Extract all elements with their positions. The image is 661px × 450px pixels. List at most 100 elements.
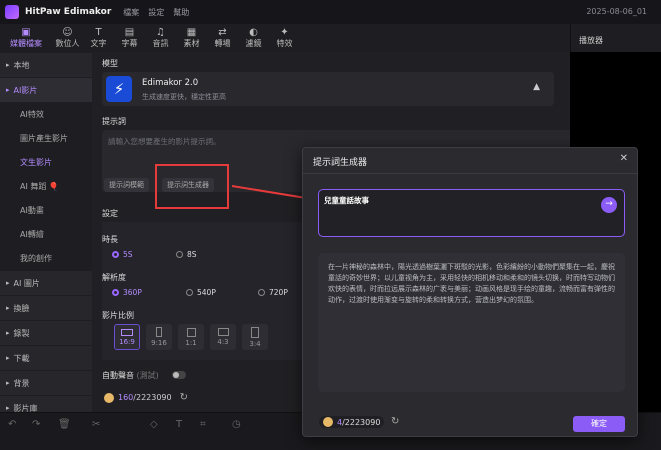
app-logo-icon bbox=[5, 5, 19, 19]
sidebar-item-7[interactable]: AI轉繪 bbox=[0, 222, 92, 246]
radio-on-icon bbox=[112, 251, 119, 258]
toolbar-item-label: 數位人 bbox=[55, 39, 80, 48]
sidebar-item-1[interactable]: ▸ AI影片 bbox=[0, 78, 92, 102]
close-icon[interactable]: ✕ bbox=[620, 153, 628, 164]
toolbar-item-1[interactable]: ☺ 數位人 bbox=[52, 24, 83, 52]
ratio-9-16[interactable]: 9:16 bbox=[146, 324, 172, 350]
app-name: HitPaw Edimakor bbox=[25, 7, 112, 17]
avatar-icon: ☺ bbox=[62, 27, 73, 38]
ratio-16-9-label: 16:9 bbox=[119, 337, 135, 346]
toolbar-item-label: 音訊 bbox=[152, 39, 169, 48]
split-icon[interactable]: ✂ bbox=[92, 419, 100, 430]
ratio-1-1[interactable]: 1:1 bbox=[178, 324, 204, 350]
main-toolbar: ▣ 媒體檔案 ☺ 數位人 T 文字 ▤ 字幕 ♫ 音訊 ▦ 素材 ⇄ 轉場 ◐ 濾鏡 ✦ 特效 bbox=[0, 24, 570, 52]
ratio-3-4-label: 3:4 bbox=[249, 339, 261, 348]
title-bar: HitPaw Edimakor 檔案 設定 幫助 2025-08-06_01 bbox=[0, 0, 661, 24]
toolbar-item-6[interactable]: ⇄ 轉場 bbox=[207, 24, 238, 52]
toolbar-item-7[interactable]: ◐ 濾鏡 bbox=[238, 24, 269, 52]
sidebar-item-label: 文生影片 bbox=[20, 157, 52, 167]
material-icon: ▦ bbox=[186, 27, 197, 38]
sidebar-item-5[interactable]: AI 舞蹈 🎈 bbox=[0, 174, 92, 198]
delete-icon[interactable]: 🗑 bbox=[58, 419, 71, 430]
sidebar-item-6[interactable]: AI動畫 bbox=[0, 198, 92, 222]
credits-used: 160 bbox=[118, 393, 134, 402]
resolution-720p-radio[interactable]: 720P bbox=[258, 288, 288, 297]
sidebar-item-3[interactable]: 圖片產生影片 bbox=[0, 126, 92, 150]
ratio-3-4[interactable]: 3:4 bbox=[242, 324, 268, 350]
effect-icon: ✦ bbox=[280, 27, 289, 38]
expand-icon: ▸ bbox=[6, 379, 10, 387]
prompt-template-button[interactable]: 提示詞模範 bbox=[104, 178, 149, 192]
sidebar-item-12[interactable]: ▸ 下載 bbox=[0, 346, 92, 370]
undo-icon[interactable]: ↶ bbox=[8, 419, 16, 430]
radio-off-icon bbox=[186, 289, 193, 296]
toolbar-item-4[interactable]: ♫ 音訊 bbox=[145, 24, 176, 52]
ratio-shape-icon bbox=[121, 328, 133, 336]
lightning-icon: ⚡ bbox=[106, 76, 132, 102]
ratio-shape-icon bbox=[156, 327, 162, 337]
toolbar-item-label: 轉場 bbox=[214, 39, 231, 48]
app-window: HitPaw Edimakor 檔案 設定 幫助 2025-08-06_01 ▣… bbox=[0, 0, 661, 450]
crop-icon[interactable]: ⌗ bbox=[200, 419, 206, 430]
ratio-label: 影片比例 bbox=[102, 311, 134, 320]
auto-audio-toggle[interactable] bbox=[172, 371, 186, 379]
duration-label: 時長 bbox=[102, 235, 118, 244]
player-title: 播放器 bbox=[579, 36, 603, 45]
menu-settings[interactable]: 設定 bbox=[148, 7, 164, 18]
toolbar-item-label: 字幕 bbox=[121, 39, 138, 48]
sidebar-item-4[interactable]: 文生影片 bbox=[0, 150, 92, 174]
ratio-shape-icon bbox=[251, 326, 259, 338]
highlight-box bbox=[155, 164, 229, 209]
menu-help[interactable]: 幫助 bbox=[173, 7, 189, 18]
caret-up-icon[interactable]: ▲ bbox=[533, 82, 540, 92]
dialog-credits-total: /2223090 bbox=[342, 417, 381, 427]
time-icon[interactable]: ◷ bbox=[232, 419, 241, 430]
model-selector[interactable]: ⚡ Edimakor 2.0 生成速度更快，穩定性更高 ▲ bbox=[102, 72, 554, 106]
ratio-4-3[interactable]: 4:3 bbox=[210, 324, 236, 350]
text-tool-icon[interactable]: T bbox=[176, 419, 182, 430]
topic-input[interactable]: 兒童童話故事 → bbox=[318, 189, 625, 237]
duration-5s-radio[interactable]: 5S bbox=[112, 250, 133, 259]
sidebar-item-9[interactable]: ▸ AI 圖片 bbox=[0, 271, 92, 295]
dialog-credits: 4/2223090 bbox=[319, 416, 385, 428]
marker-icon[interactable]: ◇ bbox=[150, 419, 158, 430]
sidebar-item-0[interactable]: ▸ 本地 bbox=[0, 53, 92, 77]
toolbar-item-5[interactable]: ▦ 素材 bbox=[176, 24, 207, 52]
sidebar-item-label: AI特效 bbox=[20, 109, 44, 119]
sidebar: ▸ 本地 ▸ AI影片 AI特效 圖片產生影片 文生影片 AI 舞蹈 🎈 AI動畫 AI轉繪 我的創… bbox=[0, 52, 92, 420]
refresh-icon[interactable]: ↻ bbox=[180, 392, 188, 403]
expand-icon: ▸ bbox=[6, 279, 10, 287]
send-arrow-icon[interactable]: → bbox=[601, 197, 617, 213]
sidebar-item-13[interactable]: ▸ 背景 bbox=[0, 371, 92, 395]
expand-icon: ▸ bbox=[6, 329, 10, 337]
settings-label: 設定 bbox=[102, 209, 118, 218]
auto-audio-text: 自動聲音 bbox=[102, 371, 134, 380]
resolution-360p-radio[interactable]: 360P bbox=[112, 288, 142, 297]
sidebar-item-label: AI影片 bbox=[13, 85, 38, 95]
refresh-icon[interactable]: ↻ bbox=[391, 416, 399, 427]
filter-icon: ◐ bbox=[249, 27, 258, 38]
toolbar-item-label: 文字 bbox=[90, 39, 107, 48]
resolution-540p-radio[interactable]: 540P bbox=[186, 288, 216, 297]
ratio-16-9[interactable]: 16:9 bbox=[114, 324, 140, 350]
toolbar-item-2[interactable]: T 文字 bbox=[83, 24, 114, 52]
player-header: 播放器 bbox=[570, 24, 661, 52]
sidebar-item-11[interactable]: ▸ 錄製 bbox=[0, 321, 92, 345]
media-icon: ▣ bbox=[21, 27, 31, 38]
prompt-placeholder: 請輸入您想要產生的影片提示詞。 bbox=[108, 137, 221, 146]
generated-prompt-text[interactable]: 在一片神秘的森林中，陽光透過樹葉灑下斑駁的光影，色彩繽紛的小動物們聚集在一起，慶… bbox=[318, 253, 625, 392]
duration-8s-radio[interactable]: 8S bbox=[176, 250, 197, 259]
expand-icon: ▸ bbox=[6, 404, 10, 412]
coin-icon bbox=[323, 417, 333, 427]
topic-input-value: 兒童童話故事 bbox=[324, 196, 369, 205]
redo-icon[interactable]: ↷ bbox=[32, 419, 40, 430]
toolbar-item-0[interactable]: ▣ 媒體檔案 bbox=[0, 24, 52, 52]
sidebar-item-8[interactable]: 我的創作 bbox=[0, 246, 92, 270]
toolbar-item-3[interactable]: ▤ 字幕 bbox=[114, 24, 145, 52]
toolbar-item-8[interactable]: ✦ 特效 bbox=[269, 24, 300, 52]
sidebar-item-2[interactable]: AI特效 bbox=[0, 102, 92, 126]
confirm-button[interactable]: 確定 bbox=[573, 416, 625, 432]
sidebar-item-10[interactable]: ▸ 換臉 bbox=[0, 296, 92, 320]
menu-file[interactable]: 檔案 bbox=[123, 7, 139, 18]
sidebar-item-label: 下載 bbox=[13, 353, 30, 363]
